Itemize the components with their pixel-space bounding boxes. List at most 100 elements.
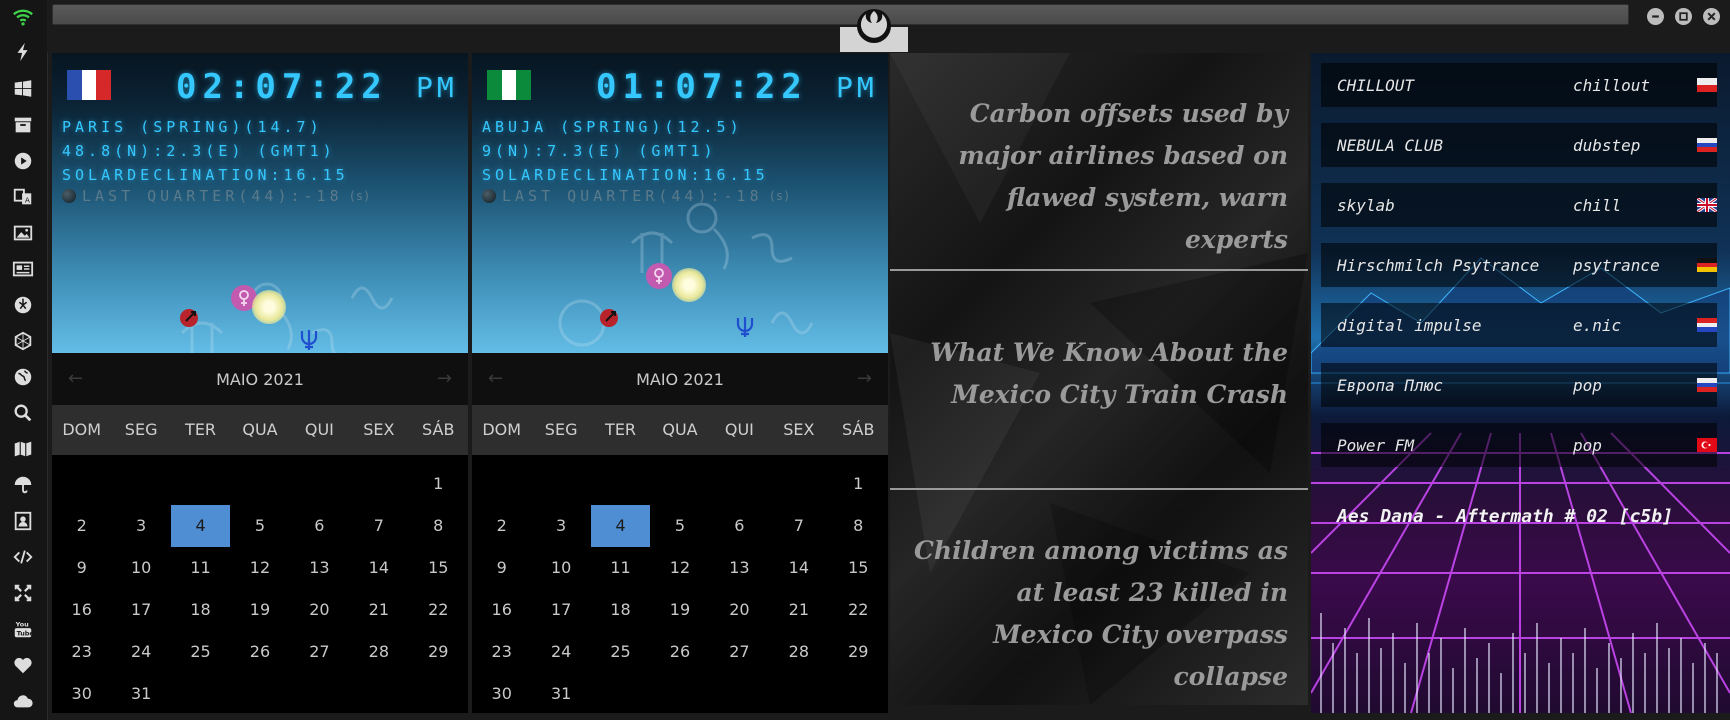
calendar-day[interactable]: 13	[290, 547, 349, 589]
heart-icon[interactable]	[8, 653, 38, 677]
code-icon[interactable]	[8, 545, 38, 569]
radio-station[interactable]: skylab chill	[1321, 183, 1717, 227]
play-icon[interactable]	[8, 149, 38, 173]
hexagon-icon[interactable]	[8, 329, 38, 353]
youtube-icon[interactable]: You Tube	[8, 617, 38, 641]
calendar-day[interactable]: 16	[472, 589, 531, 631]
calendar-day[interactable]: 22	[409, 589, 468, 631]
contact-icon[interactable]	[8, 509, 38, 533]
calendar-day[interactable]: 24	[531, 631, 590, 673]
next-month-icon[interactable]: →	[437, 368, 452, 389]
next-month-icon[interactable]: →	[857, 368, 872, 389]
prev-month-icon[interactable]: ←	[68, 368, 83, 389]
radio-station[interactable]: CHILLOUT chillout	[1321, 63, 1717, 107]
calendar-day[interactable]: 14	[769, 547, 828, 589]
calendar-day[interactable]: 15	[409, 547, 468, 589]
calendar-day[interactable]: 12	[650, 547, 709, 589]
calendar-day[interactable]: 21	[349, 589, 408, 631]
calendar-day[interactable]: 1	[409, 463, 468, 505]
radio-station[interactable]: NEBULA CLUB dubstep	[1321, 123, 1717, 167]
globe-icon[interactable]	[8, 365, 38, 389]
calendar-day[interactable]: 31	[531, 673, 590, 715]
calendar-day[interactable]: 27	[710, 631, 769, 673]
calendar-day[interactable]: 17	[531, 589, 590, 631]
calendar-day[interactable]: 10	[111, 547, 170, 589]
title-field[interactable]	[52, 4, 1629, 25]
calendar-day[interactable]: 29	[409, 631, 468, 673]
calendar-day[interactable]: 22	[829, 589, 888, 631]
calendar-day[interactable]: 20	[710, 589, 769, 631]
calendar-day[interactable]: 16	[52, 589, 111, 631]
calendar-day[interactable]: 3	[531, 505, 590, 547]
close-button[interactable]	[1703, 8, 1720, 25]
calendar-day[interactable]: 2	[472, 505, 531, 547]
wifi-icon[interactable]	[8, 5, 38, 29]
calendar-day[interactable]: 30	[472, 673, 531, 715]
calendar-day[interactable]: 30	[52, 673, 111, 715]
calendar-day[interactable]: 5	[230, 505, 289, 547]
calendar-day[interactable]: 26	[230, 631, 289, 673]
expand-icon[interactable]	[8, 581, 38, 605]
calendar-day[interactable]: 9	[52, 547, 111, 589]
map-icon[interactable]	[8, 437, 38, 461]
image-icon[interactable]	[8, 221, 38, 245]
translate-icon[interactable]: A	[8, 185, 38, 209]
windows-icon[interactable]	[8, 77, 38, 101]
calendar-day[interactable]: 11	[591, 547, 650, 589]
calendar-day[interactable]: 28	[349, 631, 408, 673]
calendar-day[interactable]: 6	[290, 505, 349, 547]
calendar-day-today[interactable]: 4	[170, 505, 231, 547]
calendar-day[interactable]: 19	[650, 589, 709, 631]
lightning-icon[interactable]	[8, 40, 38, 64]
radio-station[interactable]: Европа Плюс pop	[1321, 363, 1717, 407]
rebel-icon[interactable]	[8, 293, 38, 317]
calendar-day[interactable]: 15	[829, 547, 888, 589]
calendar-day[interactable]: 10	[531, 547, 590, 589]
calendar-day[interactable]: 7	[769, 505, 828, 547]
calendar-day[interactable]: 8	[829, 505, 888, 547]
calendar-day[interactable]: 9	[472, 547, 531, 589]
news-headline[interactable]: Carbon offsets used by major airlines ba…	[908, 93, 1288, 261]
calendar-day[interactable]: 21	[769, 589, 828, 631]
radio-station[interactable]: Hirschmilch Psytrance psytrance	[1321, 243, 1717, 287]
calendar-day[interactable]: 17	[111, 589, 170, 631]
calendar-day[interactable]: 31	[111, 673, 170, 715]
radio-station[interactable]: Power FM pop	[1321, 423, 1717, 467]
calendar-day-today[interactable]: 4	[590, 505, 651, 547]
news-icon[interactable]	[8, 257, 38, 281]
calendar-day[interactable]: 18	[171, 589, 230, 631]
calendar-day[interactable]: 7	[349, 505, 408, 547]
calendar-day[interactable]: 3	[111, 505, 170, 547]
umbrella-icon[interactable]	[8, 473, 38, 497]
radio-station[interactable]: digital impulse e.nic	[1321, 303, 1717, 347]
calendar-day[interactable]: 2	[52, 505, 111, 547]
calendar-day[interactable]: 18	[591, 589, 650, 631]
calendar-day[interactable]: 24	[111, 631, 170, 673]
archive-icon[interactable]	[8, 113, 38, 137]
calendar-day[interactable]: 11	[171, 547, 230, 589]
calendar-day[interactable]: 28	[769, 631, 828, 673]
calendar-day[interactable]: 6	[710, 505, 769, 547]
calendar-day[interactable]: 13	[710, 547, 769, 589]
calendar-day[interactable]: 1	[829, 463, 888, 505]
prev-month-icon[interactable]: ←	[488, 368, 503, 389]
news-headline[interactable]: Children among victims as at least 23 ki…	[908, 530, 1288, 698]
news-headline[interactable]: What We Know About the Mexico City Train…	[908, 332, 1288, 416]
calendar-day[interactable]: 29	[829, 631, 888, 673]
minimize-button[interactable]	[1647, 8, 1664, 25]
calendar-day[interactable]: 19	[230, 589, 289, 631]
calendar-day[interactable]: 14	[349, 547, 408, 589]
calendar-day[interactable]: 12	[230, 547, 289, 589]
calendar-day[interactable]: 8	[409, 505, 468, 547]
calendar-day[interactable]: 25	[171, 631, 230, 673]
maximize-button[interactable]	[1675, 8, 1692, 25]
calendar-day[interactable]: 23	[472, 631, 531, 673]
rebel-alliance-logo[interactable]	[854, 6, 894, 46]
calendar-day[interactable]: 27	[290, 631, 349, 673]
calendar-day[interactable]: 26	[650, 631, 709, 673]
calendar-day[interactable]: 23	[52, 631, 111, 673]
calendar-day[interactable]: 5	[650, 505, 709, 547]
calendar-day[interactable]: 20	[290, 589, 349, 631]
calendar-day[interactable]: 25	[591, 631, 650, 673]
search-icon[interactable]	[8, 401, 38, 425]
